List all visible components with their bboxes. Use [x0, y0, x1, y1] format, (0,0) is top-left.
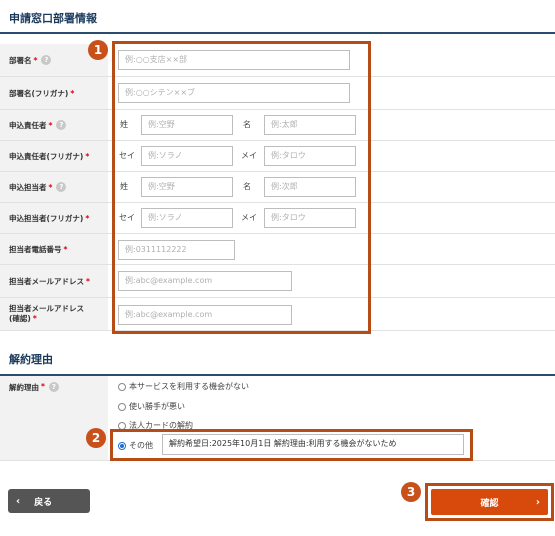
label-text: 担当者電話番号: [9, 244, 62, 254]
resp-sei-input[interactable]: 例:空野: [141, 115, 233, 135]
radio-option-hard-to-use[interactable]: 使い勝手が悪い: [118, 401, 185, 412]
radio-circle[interactable]: [118, 402, 126, 411]
label-contact-name: 申込担当者 * ?: [0, 172, 108, 202]
confirm-button[interactable]: 確認 ›: [431, 489, 548, 515]
row-resp-name: 申込責任者 * ? 姓 例:空野 名 例:太郎: [0, 110, 555, 141]
label-text: 部署名(フリガナ): [9, 88, 69, 98]
help-icon[interactable]: ?: [56, 120, 67, 130]
required-mark: *: [33, 55, 38, 65]
radio-circle-checked[interactable]: [118, 441, 126, 450]
label-text: 申込担当者(フリガナ): [9, 213, 84, 223]
radio-circle[interactable]: [118, 382, 126, 391]
step-badge-3: 3: [401, 482, 421, 502]
required-mark: *: [41, 382, 45, 391]
label-text: 部署名: [9, 55, 32, 65]
label-email: 担当者メールアドレス *: [0, 265, 108, 297]
phone-input[interactable]: 例:0311112222: [118, 240, 235, 260]
radio-label: その他: [129, 441, 153, 450]
mei-kana-label: メイ: [241, 213, 257, 222]
sei-label: 姓: [120, 182, 128, 191]
resp-sei-kana-input[interactable]: 例:ソラノ: [141, 146, 233, 166]
dept-name-input[interactable]: 例:○○支店××部: [118, 50, 350, 70]
required-mark: *: [63, 244, 68, 254]
resp-mei-kana-input[interactable]: 例:タロウ: [264, 146, 356, 166]
step-badge-1: 1: [88, 40, 108, 60]
label-phone: 担当者電話番号 *: [0, 234, 108, 264]
required-mark: *: [48, 182, 53, 192]
label-text: 申込責任者(フリガナ): [9, 151, 84, 161]
help-icon[interactable]: ?: [48, 382, 59, 392]
label-text: 申込責任者: [9, 120, 47, 130]
row-dept-name: 部署名 * ? 例:○○支店××部: [0, 44, 555, 77]
row-email: 担当者メールアドレス * 例:abc@example.com: [0, 265, 555, 298]
radio-option-other[interactable]: その他: [118, 440, 153, 451]
required-mark: *: [32, 314, 37, 323]
required-mark: *: [85, 213, 90, 223]
label-text-line2: (確認): [9, 314, 31, 323]
row-phone: 担当者電話番号 * 例:0311112222: [0, 234, 555, 265]
label-contact-kana: 申込担当者(フリガナ) *: [0, 203, 108, 233]
row-dept-kana: 部署名(フリガナ) * 例:○○シテン××ブ: [0, 77, 555, 110]
radio-label: 本サービスを利用する機会がない: [129, 382, 249, 391]
radio-option-no-opportunity[interactable]: 本サービスを利用する機会がない: [118, 381, 249, 392]
radio-circle[interactable]: [118, 421, 126, 430]
label-email-confirm: 担当者メールアドレス (確認) *: [0, 298, 108, 330]
help-icon[interactable]: ?: [56, 182, 67, 192]
sei-label: 姓: [120, 120, 128, 129]
label-text: 担当者メールアドレス: [9, 276, 84, 286]
confirm-button-label: 確認: [480, 498, 499, 509]
contact-mei-input[interactable]: 例:次郎: [264, 177, 356, 197]
section-title-cancel-reason: 解約理由: [0, 344, 555, 376]
section-title-applicant-dept: 申請窓口部署情報: [0, 0, 555, 34]
mei-label: 名: [243, 120, 251, 129]
chevron-right-icon: ›: [535, 496, 540, 508]
dept-kana-input[interactable]: 例:○○シテン××ブ: [118, 83, 350, 103]
mei-kana-label: メイ: [241, 151, 257, 160]
contact-sei-input[interactable]: 例:空野: [141, 177, 233, 197]
required-mark: *: [48, 120, 53, 130]
label-text-line1: 担当者メールアドレス: [9, 304, 84, 313]
resp-mei-input[interactable]: 例:太郎: [264, 115, 356, 135]
email-confirm-input[interactable]: 例:abc@example.com: [118, 305, 292, 325]
required-mark: *: [70, 88, 75, 98]
back-button-label: 戻る: [34, 497, 53, 508]
label-resp-kana: 申込責任者(フリガナ) *: [0, 141, 108, 171]
sei-kana-label: セイ: [119, 213, 135, 222]
row-contact-kana: 申込担当者(フリガナ) * セイ 例:ソラノ メイ 例:タロウ: [0, 203, 555, 234]
row-resp-kana: 申込責任者(フリガナ) * セイ 例:ソラノ メイ 例:タロウ: [0, 141, 555, 172]
mei-label: 名: [243, 182, 251, 191]
radio-label: 使い勝手が悪い: [129, 402, 185, 411]
sei-kana-label: セイ: [119, 151, 135, 160]
required-mark: *: [86, 276, 90, 286]
label-dept-kana: 部署名(フリガナ) *: [0, 77, 108, 109]
chevron-left-icon: ‹: [16, 495, 21, 507]
other-reason-input[interactable]: 解約希望日:2025年10月1日 解約理由:利用する機会がないため: [162, 434, 464, 455]
label-text: 申込担当者: [9, 182, 47, 192]
label-resp-name: 申込責任者 * ?: [0, 110, 108, 140]
row-contact-name: 申込担当者 * ? 姓 例:空野 名 例:次郎: [0, 172, 555, 203]
row-email-confirm: 担当者メールアドレス (確認) * 例:abc@example.com: [0, 298, 555, 331]
help-icon[interactable]: ?: [41, 55, 52, 65]
contact-sei-kana-input[interactable]: 例:ソラノ: [141, 208, 233, 228]
label-text: 解約理由: [9, 383, 39, 392]
step-badge-2: 2: [86, 428, 106, 448]
back-button[interactable]: ‹ 戻る: [8, 489, 90, 513]
email-input[interactable]: 例:abc@example.com: [118, 271, 292, 291]
required-mark: *: [85, 151, 90, 161]
contact-mei-kana-input[interactable]: 例:タロウ: [264, 208, 356, 228]
